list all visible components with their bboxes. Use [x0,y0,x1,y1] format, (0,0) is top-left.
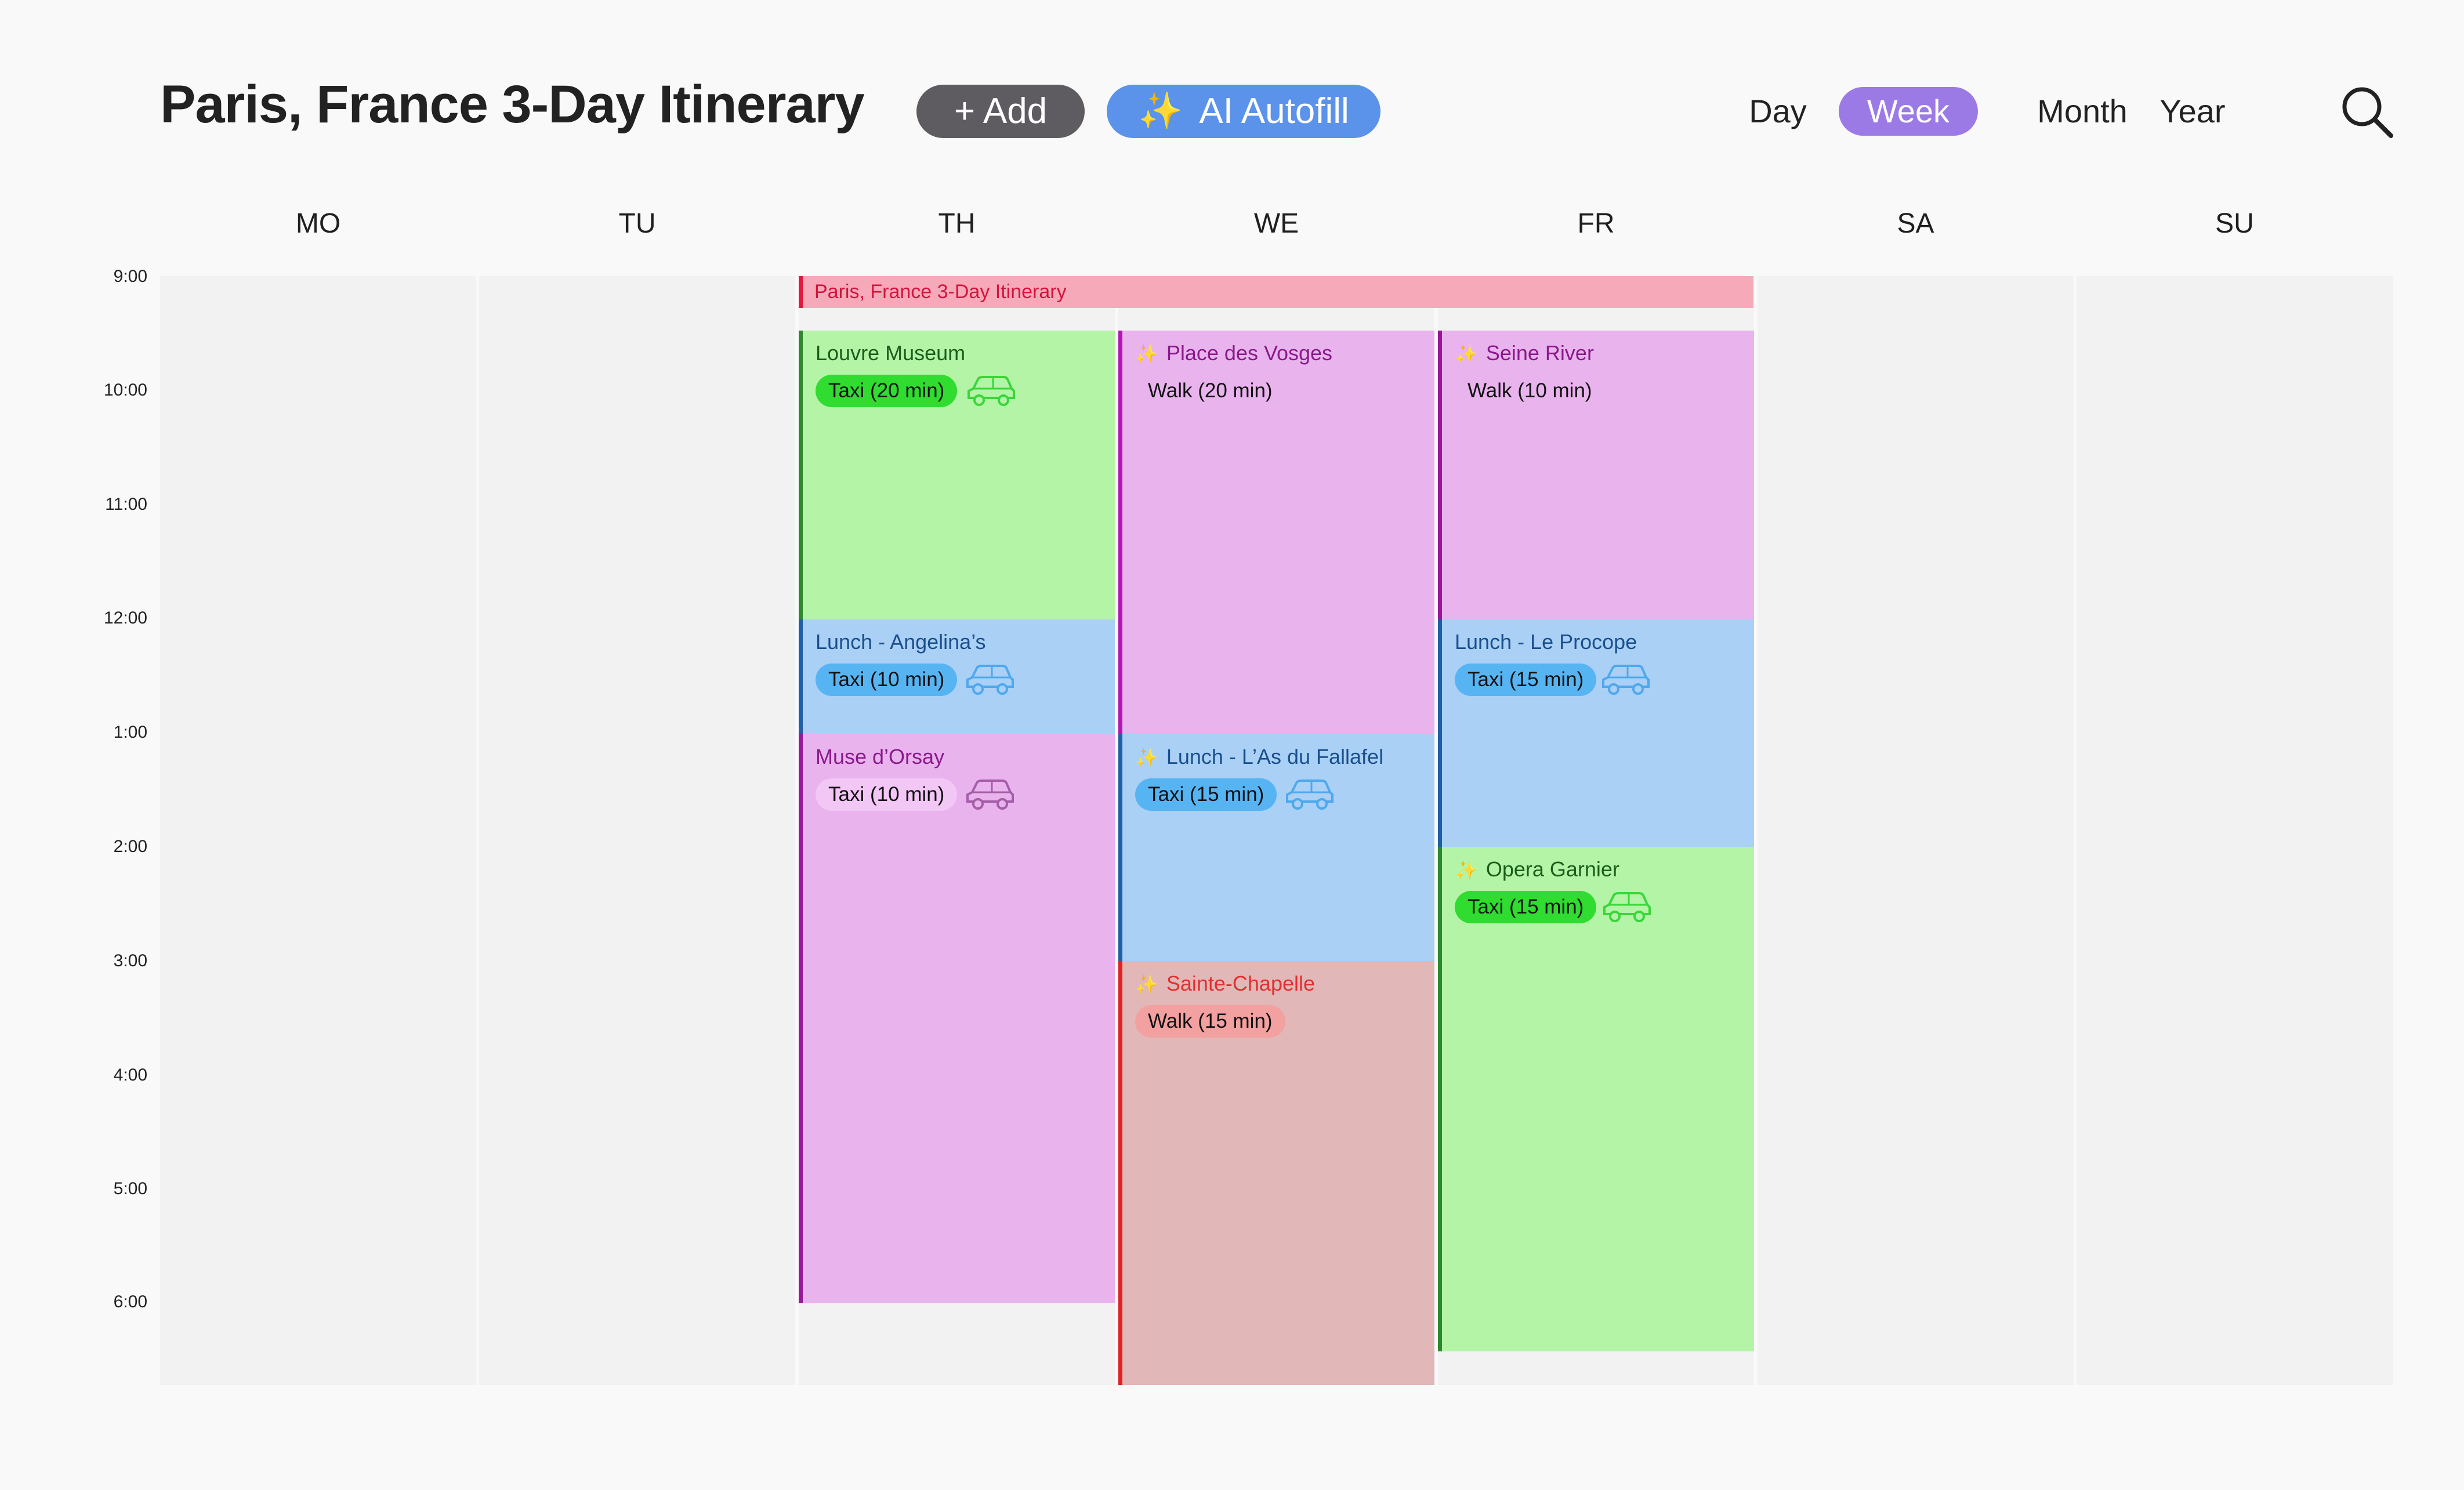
event-title: Muse d’Orsay [816,745,945,768]
transport-badge: Taxi (20 min) [816,375,958,407]
day-header-sa: SA [1897,208,1934,239]
transport-badge: Walk (10 min) [1467,379,1592,402]
car-icon [1603,892,1651,922]
transport-badge: Taxi (10 min) [816,664,958,696]
transport-badge: Taxi (10 min) [816,778,958,811]
car-icon [968,376,1015,406]
view-week-tab[interactable]: Week [1839,87,1978,136]
car-icon [966,665,1014,695]
car-icon [1602,665,1650,695]
event-title: Lunch - Angelina’s [816,630,986,654]
day-header-fr: FR [1577,208,1615,239]
day-header-th: TH [938,208,976,239]
event-title: Louvre Museum [816,341,966,365]
time-label: 12:00 [103,608,147,628]
event-title: ✨ Opera Garnier [1455,857,1619,882]
event-title-text: Lunch - L’As du Fallafel [1166,745,1384,768]
time-label: 9:00 [113,267,147,286]
day-header-su: SU [2215,208,2254,239]
event-title: ✨ Place des Vosges [1135,341,1332,365]
sparkles-icon: ✨ [1455,860,1478,880]
car-icon [1286,780,1334,810]
add-button[interactable]: + Add [916,85,1085,138]
time-label: 1:00 [113,723,147,742]
event-title: ✨ Seine River [1455,341,1594,365]
time-label: 11:00 [105,495,147,514]
event-louvre-museum[interactable]: Louvre Museum Taxi (20 min) [799,331,1115,619]
event-title: ✨ Sainte-Chapelle [1135,971,1315,996]
event-lunch-le-procope[interactable]: Lunch - Le Procope Taxi (15 min) [1438,619,1754,847]
event-opera-garnier[interactable]: ✨ Opera Garnier Taxi (15 min) [1438,847,1754,1351]
view-month-tab[interactable]: Month [1995,87,2169,136]
time-label: 2:00 [113,837,147,856]
day-column-sa[interactable] [1758,276,2074,1385]
event-lunch-angelinas[interactable]: Lunch - Angelina’s Taxi (10 min) [799,619,1115,734]
event-sainte-chapelle[interactable]: ✨ Sainte-Chapelle Walk (15 min) [1118,961,1434,1385]
event-seine-river[interactable]: ✨ Seine River Walk (10 min) [1438,331,1754,619]
transport-badge: Walk (15 min) [1135,1005,1285,1038]
sparkles-icon: ✨ [1135,343,1158,364]
time-label: 4:00 [113,1065,147,1085]
page-title: Paris, France 3-Day Itinerary [160,75,865,134]
sparkles-icon: ✨ [1135,974,1158,995]
search-icon[interactable] [2338,82,2396,140]
sparkles-icon: ✨ [1138,91,1183,131]
transport-badge: Taxi (15 min) [1135,778,1277,811]
day-header-we: WE [1253,208,1299,239]
transport-badge: Taxi (15 min) [1455,891,1597,923]
event-muse-dorsay[interactable]: Muse d’Orsay Taxi (10 min) [799,734,1115,1303]
event-title-text: Seine River [1485,341,1594,365]
itinerary-banner[interactable]: Paris, France 3-Day Itinerary [799,276,1753,308]
event-place-des-vosges[interactable]: ✨ Place des Vosges Walk (20 min) [1118,331,1434,734]
time-label: 10:00 [103,380,147,400]
time-label: 3:00 [113,951,147,970]
event-title: ✨ Lunch - L’As du Fallafel [1135,745,1383,769]
itinerary-banner-label: Paris, France 3-Day Itinerary [814,281,1067,303]
event-lunch-las-du-fallafel[interactable]: ✨ Lunch - L’As du Fallafel Taxi (15 min) [1118,734,1434,961]
event-title-text: Opera Garnier [1485,857,1619,881]
view-day-tab[interactable]: Day [1734,87,1821,136]
day-column-tu[interactable] [479,276,795,1385]
day-header-tu: TU [618,208,656,239]
view-year-tab[interactable]: Year [2146,87,2239,136]
day-header-mo: MO [295,208,341,239]
day-column-mo[interactable] [160,276,476,1385]
event-title: Lunch - Le Procope [1455,630,1637,654]
event-title-text: Place des Vosges [1166,341,1333,365]
time-label: 5:00 [113,1179,147,1198]
car-icon [966,780,1014,810]
ai-autofill-label: AI Autofill [1199,91,1349,131]
time-label: 6:00 [113,1292,147,1311]
transport-badge: Walk (20 min) [1148,379,1273,402]
transport-badge: Taxi (15 min) [1455,664,1597,696]
sparkles-icon: ✨ [1455,343,1478,364]
day-column-su[interactable] [2077,276,2393,1385]
event-title-text: Sainte-Chapelle [1166,971,1316,995]
sparkles-icon: ✨ [1135,747,1158,768]
ai-autofill-button[interactable]: ✨ AI Autofill [1107,85,1380,138]
